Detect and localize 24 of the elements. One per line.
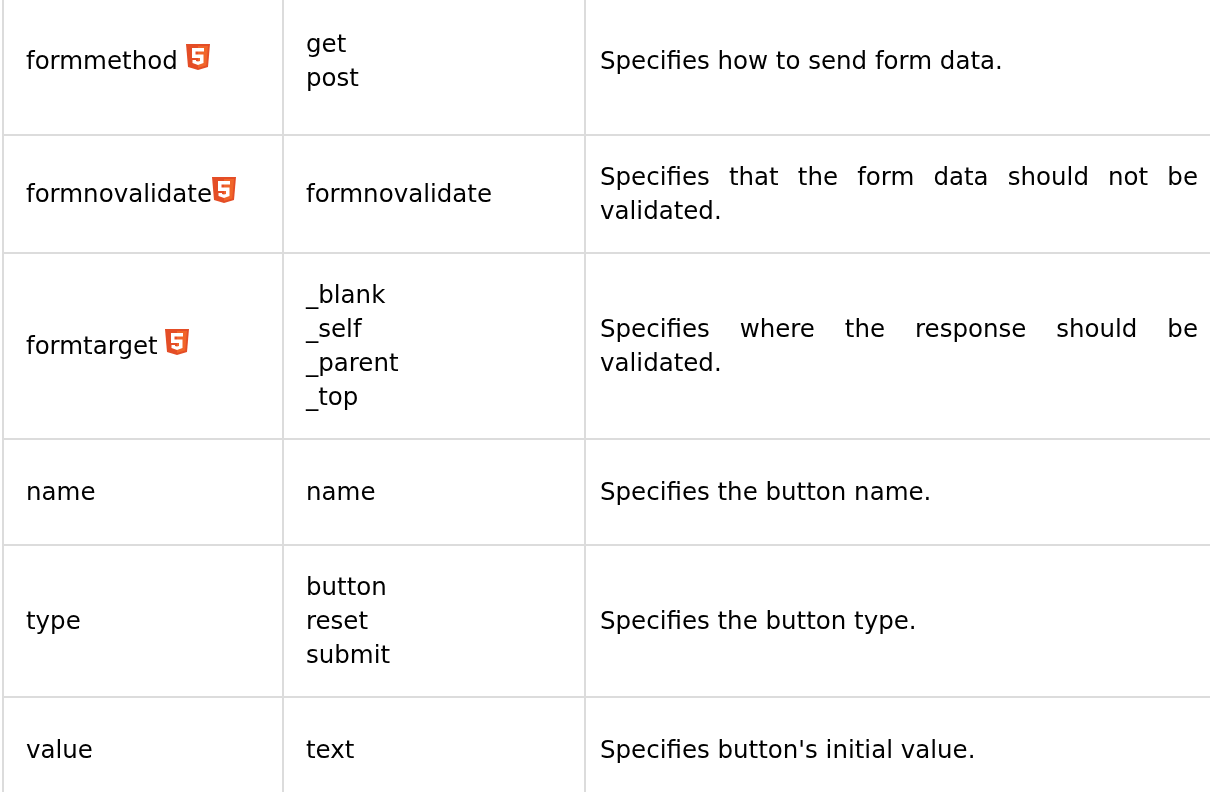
attribute-value: _self — [306, 313, 363, 345]
description-text: Specifies the button type. — [600, 606, 917, 635]
attribute-value: button — [306, 571, 388, 603]
attribute-value: _parent — [306, 347, 400, 379]
description-text: Specifies how to send form data. — [600, 46, 1003, 75]
attribute-name: name — [26, 477, 96, 506]
attribute-name: value — [26, 735, 93, 764]
attribute-value: formnovalidate — [306, 178, 493, 210]
attribute-value: reset — [306, 605, 370, 637]
description-text: Specifies button's initial value. — [600, 735, 976, 764]
attribute-value: _blank — [306, 279, 387, 311]
description-text: Specifies the button name. — [600, 477, 932, 506]
attribute-name: formmethod — [26, 46, 178, 75]
attribute-value: text — [306, 734, 356, 766]
attribute-value: post — [306, 62, 360, 94]
attribute-name: type — [26, 606, 81, 635]
attribute-value: _top — [306, 381, 360, 413]
attribute-name: formnovalidate — [26, 179, 212, 208]
attribute-name: formtarget — [26, 331, 158, 360]
description-text: Specifies that the form data should not be validated. — [600, 162, 1198, 225]
attribute-value: name — [306, 476, 377, 508]
attribute-value: get — [306, 28, 348, 60]
description-text: Specifies where the response should be validated. — [600, 314, 1198, 377]
attribute-value: submit — [306, 639, 392, 671]
